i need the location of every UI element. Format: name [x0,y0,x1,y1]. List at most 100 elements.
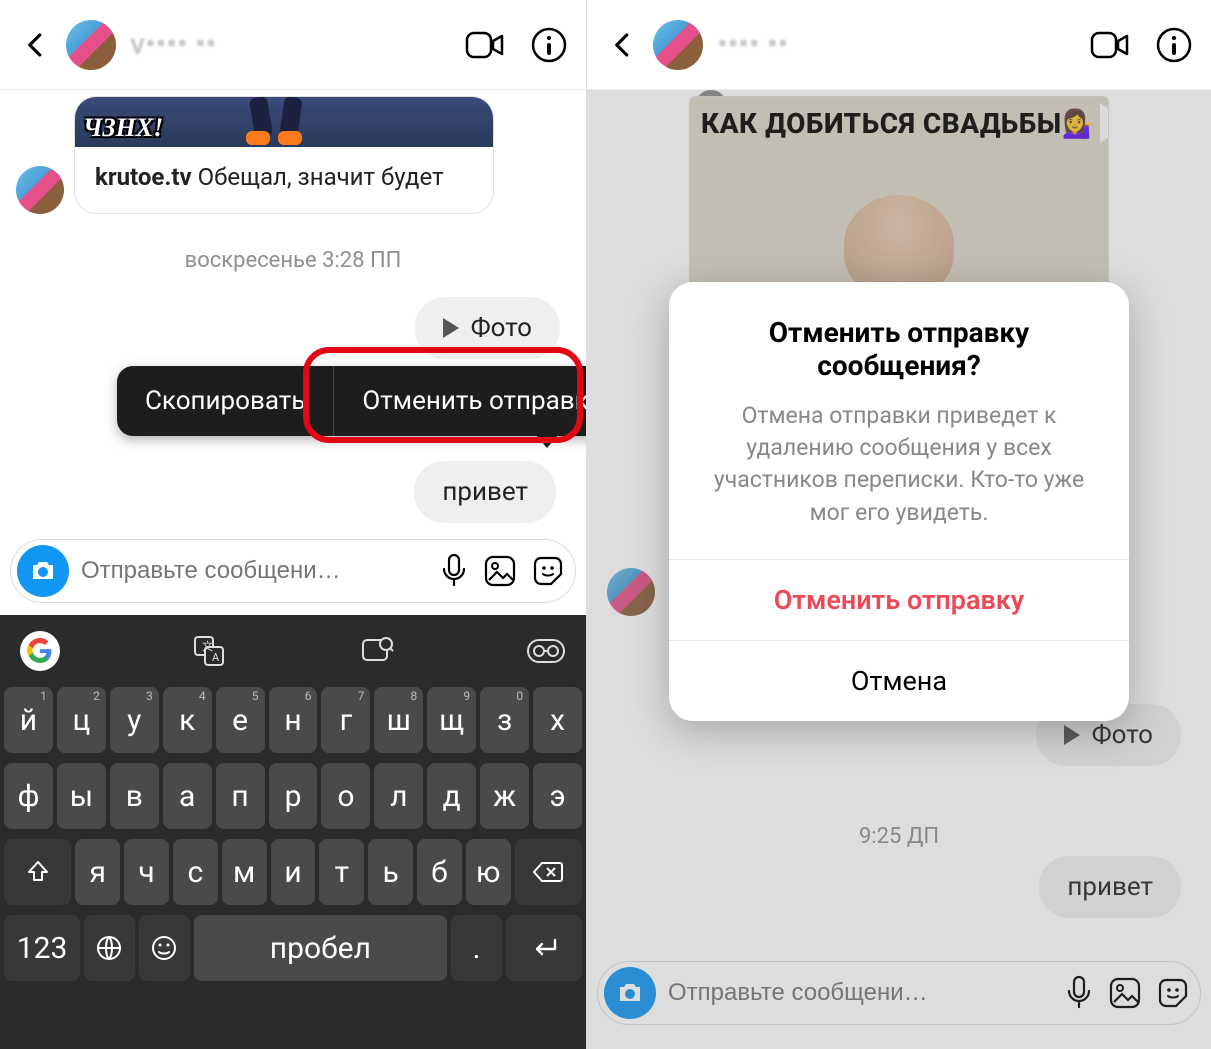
dialog-cancel-button[interactable]: Отмена [669,640,1129,721]
chevron-left-icon [21,30,51,60]
key-ю[interactable]: ю [466,839,511,905]
avatar[interactable] [66,20,116,70]
mic-icon [439,553,469,589]
gallery-button[interactable] [483,554,517,588]
chat-header: v•••• •• [0,0,586,90]
shift-icon [25,859,51,885]
video-icon [1090,29,1130,61]
sticker-button[interactable] [531,554,565,588]
key-г[interactable]: г7 [321,687,370,753]
key-б[interactable]: б [417,839,462,905]
info-icon [1155,26,1193,64]
image-icon [483,554,517,588]
key-ф[interactable]: ф [4,763,53,829]
shared-post-thumbnail: ЧЗНХ! [75,97,493,147]
language-key[interactable] [84,915,135,981]
key-с[interactable]: с [173,839,218,905]
shift-key[interactable] [4,839,71,905]
key-ц[interactable]: ц2 [57,687,106,753]
period-key[interactable]: . [451,915,502,981]
smiley-icon [150,934,178,962]
emoji-key[interactable] [139,915,190,981]
translate-button[interactable]: 文A [187,629,231,673]
video-call-button[interactable] [460,20,510,70]
outgoing-photo-bubble[interactable]: Фото [415,297,560,359]
context-copy[interactable]: Скопировать [117,366,333,436]
key-е[interactable]: е5 [216,687,265,753]
key-л[interactable]: л [374,763,423,829]
key-и[interactable]: и [271,839,316,905]
keyboard-toolbar: 文A [0,615,586,687]
unsend-confirm-dialog: Отменить отправку сообщения? Отмена отпр… [669,282,1129,721]
back-button[interactable] [12,21,60,69]
key-ш[interactable]: ш8 [374,687,423,753]
key-н[interactable]: н6 [269,687,318,753]
space-key[interactable]: пробел [194,915,448,981]
dialog-body: Отмена отправки приведет к удалению сооб… [669,390,1129,559]
key-о[interactable]: о [321,763,370,829]
play-icon [443,318,459,338]
info-button[interactable] [1149,20,1199,70]
key-т[interactable]: т [319,839,364,905]
camera-icon [29,559,57,583]
key-м[interactable]: м [222,839,267,905]
backspace-key[interactable] [515,839,582,905]
message-input[interactable] [81,557,439,585]
key-ы[interactable]: ы [57,763,106,829]
key-в[interactable]: в [110,763,159,829]
camera-button[interactable] [17,545,69,597]
shared-post-card[interactable]: ЧЗНХ! krutoe.tv Обещал, значит будет [74,96,494,214]
incognito-button[interactable] [524,629,568,673]
svg-text:A: A [212,651,220,664]
video-icon [465,29,505,61]
screenshot-left: v•••• •• ЧЗНХ! krutoe.tv Обещ [0,0,587,1049]
backspace-icon [532,860,564,884]
outgoing-text-bubble[interactable]: привет [414,461,556,523]
key-п[interactable]: п [216,763,265,829]
enter-icon [529,936,559,960]
back-button[interactable] [599,21,647,69]
chat-title: •••• •• [717,27,788,62]
voice-button[interactable] [439,553,469,589]
sender-avatar[interactable] [16,166,64,214]
key-й[interactable]: й1 [4,687,53,753]
key-ь[interactable]: ь [368,839,413,905]
video-watermark: ЧЗНХ! [83,113,163,143]
enter-key[interactable] [506,915,582,981]
sticker-icon [531,554,565,588]
key-ч[interactable]: ч [124,839,169,905]
shared-post-row: ЧЗНХ! krutoe.tv Обещал, значит будет [0,96,586,214]
avatar[interactable] [653,20,703,70]
video-call-button[interactable] [1085,20,1135,70]
message-context-menu: Скопировать Отменить отправку [117,366,587,436]
chat-title: v•••• •• [130,27,216,62]
incognito-icon [526,638,566,664]
image-search-icon [360,634,394,668]
shared-post-caption: krutoe.tv Обещал, значит будет [75,147,493,213]
key-э[interactable]: э [533,763,582,829]
key-х[interactable]: х [533,687,582,753]
key-д[interactable]: д [427,763,476,829]
dialog-title: Отменить отправку сообщения? [669,282,1129,390]
key-з[interactable]: з0 [480,687,529,753]
dialog-confirm-button[interactable]: Отменить отправку [669,559,1129,640]
google-icon [20,631,60,671]
info-icon [530,26,568,64]
info-button[interactable] [524,20,574,70]
google-button[interactable] [18,629,62,673]
key-а[interactable]: а [163,763,212,829]
chat-header: •••• •• [587,0,1211,90]
key-я[interactable]: я [75,839,120,905]
image-search-button[interactable] [355,629,399,673]
key-р[interactable]: р [269,763,318,829]
context-unsend[interactable]: Отменить отправку [334,366,587,436]
shared-post-author: krutoe.tv [95,163,192,191]
globe-icon [95,934,123,962]
timestamp-divider: воскресенье 3:28 ПП [0,248,586,273]
key-у[interactable]: у3 [110,687,159,753]
key-к[interactable]: к4 [163,687,212,753]
numeric-key[interactable]: 123 [4,915,80,981]
key-щ[interactable]: щ9 [427,687,476,753]
chevron-left-icon [608,30,638,60]
key-ж[interactable]: ж [480,763,529,829]
